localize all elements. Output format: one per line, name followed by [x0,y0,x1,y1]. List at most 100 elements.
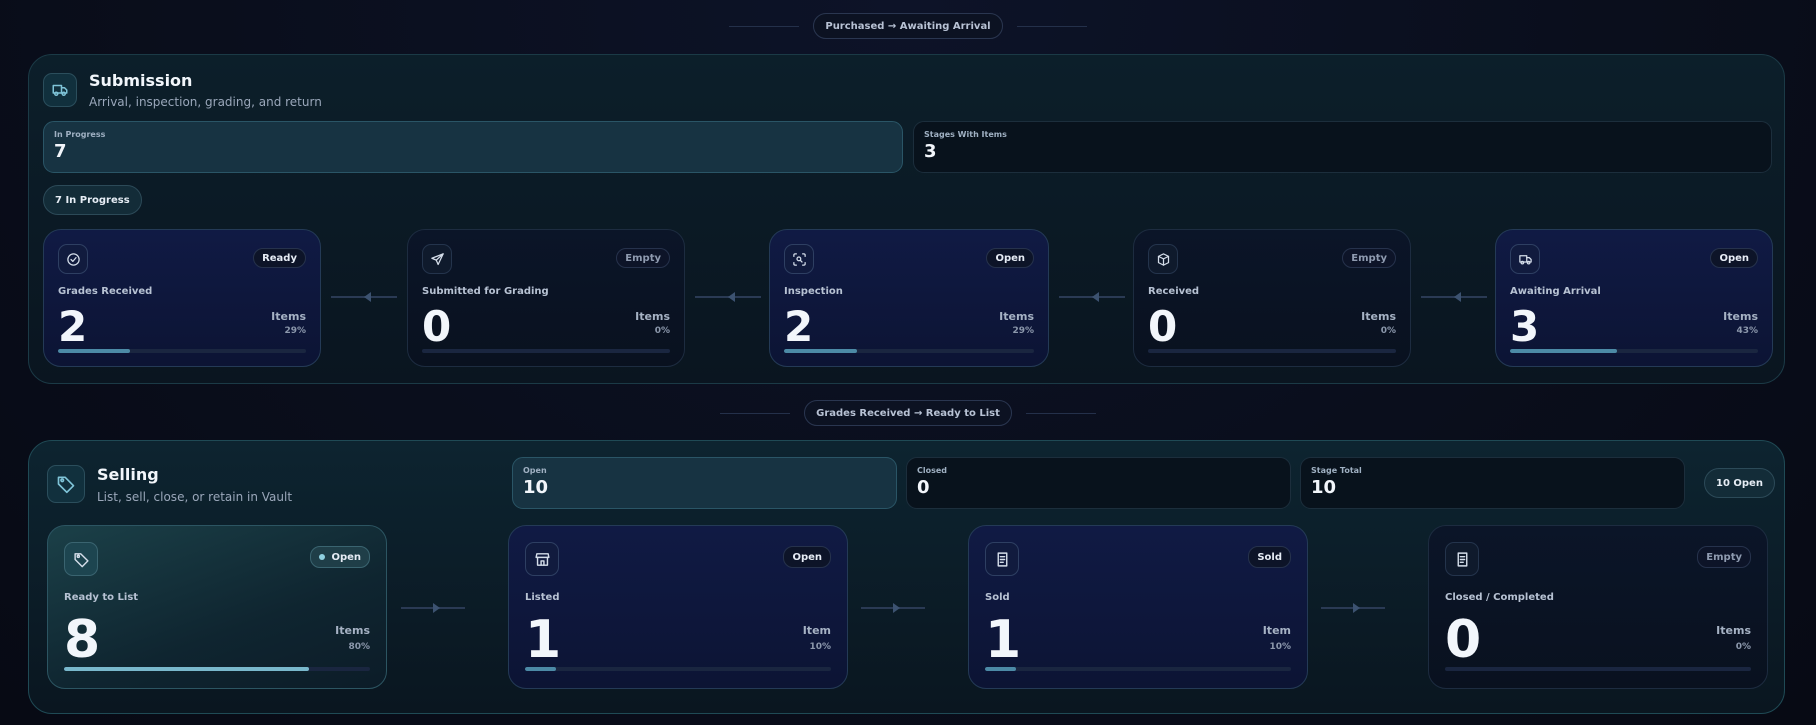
stage-progress-bar [1148,349,1396,353]
stage-label: Closed / Completed [1445,592,1554,603]
send-icon [422,244,452,274]
stage-count: 0 [1148,302,1178,351]
stage-label: Listed [525,592,560,603]
stat-label: Stages With Items [924,130,1007,139]
stage-percent: 0% [1735,642,1751,652]
flow-divider-top: Purchased → Awaiting Arrival [0,13,1816,39]
progress-fill [58,349,130,353]
stage-count: 8 [64,610,101,670]
stage-count: 0 [1445,610,1482,670]
stage-progress-bar [1445,667,1751,671]
stage-count: 2 [58,302,88,351]
status-tag: Empty [1342,248,1396,268]
stage-count: 0 [422,302,452,351]
stat-stages-with-items: Stages With Items 3 [913,121,1772,173]
flow-arrow [1421,292,1487,302]
stage-percent: 80% [348,642,370,652]
store-icon [525,542,559,576]
stat-value: 0 [917,477,930,498]
status-tag-label: Open [331,551,361,563]
open-badge[interactable]: 10 Open [1704,468,1775,498]
stage-percent: 10% [1269,642,1291,652]
flow-arrow [1059,292,1125,302]
status-tag: Empty [1697,546,1751,568]
stage-card-listed[interactable]: Open Listed 1 Item 10% [508,525,848,689]
stat-value: 7 [54,141,67,162]
stage-percent: 0% [654,326,670,336]
stage-percent: 0% [1380,326,1396,336]
stage-unit: Item [802,624,831,637]
stage-card-sold[interactable]: Sold Sold 1 Item 10% [968,525,1308,689]
stage-unit: Items [335,624,370,637]
status-tag: Open [783,546,831,568]
stage-label: Ready to List [64,592,139,603]
truck-icon [43,73,77,107]
stage-progress-bar [1510,349,1758,353]
stage-count: 3 [1510,302,1540,351]
tag-icon [47,465,85,503]
stage-label: Inspection [784,286,843,297]
stage-card-received[interactable]: Empty Received 0 Items 0% [1133,229,1411,367]
stat-label: Closed [917,466,948,475]
scan-search-icon [784,244,814,274]
status-tag: Sold [1248,546,1291,568]
stage-card-closed-completed[interactable]: Empty Closed / Completed 0 Items 0% [1428,525,1768,689]
stat-value: 10 [1311,477,1337,498]
flow-arrow [861,603,925,613]
stage-label: Grades Received [58,286,153,297]
stage-card-submitted-for-grading[interactable]: Empty Submitted for Grading 0 Items 0% [407,229,685,367]
stage-card-ready-to-list[interactable]: Open Ready to List 8 Items 80% [47,525,387,689]
stage-card-inspection[interactable]: Open Inspection 2 Items 29% [769,229,1049,367]
status-tag: Ready [253,248,306,268]
divider-label: Purchased → Awaiting Arrival [813,13,1003,39]
package-icon [1148,244,1178,274]
stage-percent: 43% [1736,326,1758,336]
stage-unit: Items [1723,310,1758,323]
divider-line [720,412,791,414]
stat-label: Stage Total [1311,466,1362,475]
stat-closed: Closed 0 [906,457,1291,509]
flow-arrow [401,603,465,613]
stage-progress-bar [64,667,370,671]
stage-unit: Items [635,310,670,323]
stage-label: Sold [985,592,1010,603]
stage-unit: Items [1361,310,1396,323]
divider-line [1016,25,1087,27]
progress-fill [64,667,309,671]
status-tag: Open [1710,248,1758,268]
progress-fill [784,349,857,353]
stage-count: 1 [985,610,1022,670]
status-tag: Empty [616,248,670,268]
divider-line [1025,412,1096,414]
stage-label: Received [1148,286,1200,297]
stat-label: In Progress [54,130,106,139]
stat-value: 3 [924,141,937,162]
stage-percent: 29% [284,326,306,336]
progress-fill [985,667,1016,671]
flow-arrow [695,292,761,302]
receipt-icon [985,542,1019,576]
progress-fill [1510,349,1617,353]
stage-label: Submitted for Grading [422,286,549,297]
status-tag: Open [986,248,1034,268]
truck-icon [1510,244,1540,274]
stage-unit: Items [271,310,306,323]
flow-divider-middle: Grades Received → Ready to List [0,400,1816,426]
section-title: Selling [97,465,159,484]
section-title: Submission [89,71,193,90]
in-progress-badge[interactable]: 7 In Progress [43,185,142,215]
live-dot [319,554,326,560]
receipt-icon [1445,542,1479,576]
divider-label: Grades Received → Ready to List [804,400,1012,426]
stage-progress-bar [784,349,1034,353]
section-subtitle: List, sell, close, or retain in Vault [97,490,293,504]
flow-arrow [1321,603,1385,613]
stage-card-awaiting-arrival[interactable]: Open Awaiting Arrival 3 Items 43% [1495,229,1773,367]
stage-progress-bar [985,667,1291,671]
stage-unit: Items [1716,624,1751,637]
progress-fill [525,667,556,671]
selling-section: Selling List, sell, close, or retain in … [28,440,1785,714]
stage-progress-bar [422,349,670,353]
flow-arrow [331,292,397,302]
stage-card-grades-received[interactable]: Ready Grades Received 2 Items 29% [43,229,321,367]
